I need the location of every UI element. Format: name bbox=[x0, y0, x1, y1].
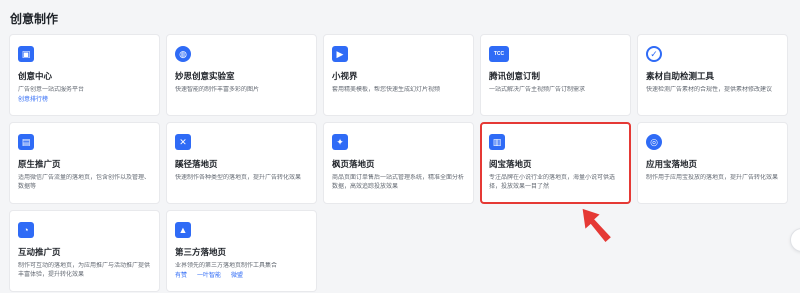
card-title: 腾讯创意订制 bbox=[489, 71, 541, 81]
card-title: 应用宝落地页 bbox=[646, 159, 698, 169]
card-title: 小视界 bbox=[332, 71, 358, 81]
card-links: 有赞 一叶智能 微盟 bbox=[175, 272, 308, 281]
card-description: 快速制作各种类型的落地页，提升广告转化效果 bbox=[175, 175, 302, 181]
section-title: 创意制作 bbox=[10, 12, 59, 26]
card-interactive[interactable]: ◔ 互动推广页制作可互动的落地页，为应用推广与活动推广提供丰富体验，提升转化效果 bbox=[9, 210, 160, 292]
card-links: 创意排行榜 bbox=[18, 96, 151, 105]
card-title: 原生推广页 bbox=[18, 159, 61, 169]
card-page[interactable]: ▤ 原生推广页适用微信广告流量的落地页，包含创作以及管理、数据等 bbox=[9, 122, 160, 204]
card-gallery[interactable]: ▲ 第三方落地页业界领先的第三方落地页制作工具集合 有赞 一叶智能 微盟 bbox=[166, 210, 317, 292]
card-title: 互动推广页 bbox=[18, 247, 61, 257]
card-title: 蹊径落地页 bbox=[175, 159, 218, 169]
card-tcc[interactable]: TCC 腾讯创意订制一站式解决广告主视频广告订制需求 bbox=[480, 34, 631, 116]
card-description: 商品页面订单售后一站式管理系统，精准全面分析数据，高效追踪投放效果 bbox=[332, 175, 465, 190]
card-description: 广告创意一站式服务平台 bbox=[18, 87, 85, 93]
video-icon: ▶ bbox=[332, 46, 348, 62]
card-description: 制作用于应用宝投放的落地页，提升广告转化效果 bbox=[646, 175, 779, 181]
card-tools[interactable]: ✕ 蹊径落地页快速制作各种类型的落地页，提升广告转化效果 bbox=[166, 122, 317, 204]
card-description: 适用微信广告流量的落地页，包含创作以及管理、数据等 bbox=[18, 175, 151, 190]
page-icon: ▤ bbox=[18, 134, 34, 150]
red-arrow-icon bbox=[582, 208, 611, 242]
card-title: 枫页落地页 bbox=[332, 159, 375, 169]
card-description: 套用精美模板，帮您快速生成幻灯片视频 bbox=[332, 87, 441, 93]
interactive-icon: ◔ bbox=[18, 222, 34, 238]
card-description: 快速智能的制作丰富多彩的图片 bbox=[175, 87, 260, 93]
card-app-store[interactable]: ◎ 应用宝落地页制作用于应用宝投放的落地页，提升广告转化效果 bbox=[637, 122, 788, 204]
maple-icon: ✦ bbox=[332, 134, 348, 150]
image-icon: ▣ bbox=[18, 46, 34, 62]
card-description: 一站式解决广告主视频广告订制需求 bbox=[489, 87, 586, 93]
app-store-icon: ◎ bbox=[646, 134, 662, 150]
card-title: 素材自助检测工具 bbox=[646, 71, 715, 81]
card-title: 创意中心 bbox=[18, 71, 53, 81]
card-lab[interactable]: ◍ 妙思创意实验室快速智能的制作丰富多彩的图片 bbox=[166, 34, 317, 116]
card-link[interactable]: 有赞 bbox=[175, 272, 187, 281]
card-video[interactable]: ▶ 小视界套用精美模板，帮您快速生成幻灯片视频 bbox=[323, 34, 474, 116]
card-link[interactable]: 微盟 bbox=[231, 272, 243, 281]
card-grid: ▣ 创意中心广告创意一站式服务平台 创意排行榜 ◍ 妙思创意实验室快速智能的制作丰富多彩… bbox=[9, 34, 788, 292]
tools-icon: ✕ bbox=[175, 134, 191, 150]
gallery-icon: ▲ bbox=[175, 222, 191, 238]
card-maple[interactable]: ✦ 枫页落地页商品页面订单售后一站式管理系统，精准全面分析数据，高效追踪投放效果 bbox=[323, 122, 474, 204]
card-description: 快速检测广告素材的合规性，提供素材修改建议 bbox=[646, 87, 773, 93]
card-title: 第三方落地页 bbox=[175, 247, 227, 257]
card-description: 业界领先的第三方落地页制作工具集合 bbox=[175, 263, 278, 269]
card-link[interactable]: 创意排行榜 bbox=[18, 96, 48, 105]
lab-icon: ◍ bbox=[175, 46, 191, 62]
card-title: 妙思创意实验室 bbox=[175, 71, 235, 81]
card-book[interactable]: ▥ 阅宝落地页专注品牌在小说行业的落地页，海量小说可供选择，投放效果一目了然 bbox=[480, 122, 631, 204]
card-check[interactable]: ✓ 素材自助检测工具快速检测广告素材的合规性，提供素材修改建议 bbox=[637, 34, 788, 116]
card-description: 制作可互动的落地页，为应用推广与活动推广提供丰富体验，提升转化效果 bbox=[18, 263, 151, 278]
tcc-icon: TCC bbox=[489, 46, 509, 62]
card-link[interactable]: 一叶智能 bbox=[197, 272, 221, 281]
card-image[interactable]: ▣ 创意中心广告创意一站式服务平台 创意排行榜 bbox=[9, 34, 160, 116]
card-description: 专注品牌在小说行业的落地页，海量小说可供选择，投放效果一目了然 bbox=[489, 175, 616, 190]
card-title: 阅宝落地页 bbox=[489, 159, 532, 169]
book-icon: ▥ bbox=[489, 134, 505, 150]
side-scroll-button[interactable] bbox=[790, 228, 800, 252]
check-icon: ✓ bbox=[646, 46, 662, 62]
